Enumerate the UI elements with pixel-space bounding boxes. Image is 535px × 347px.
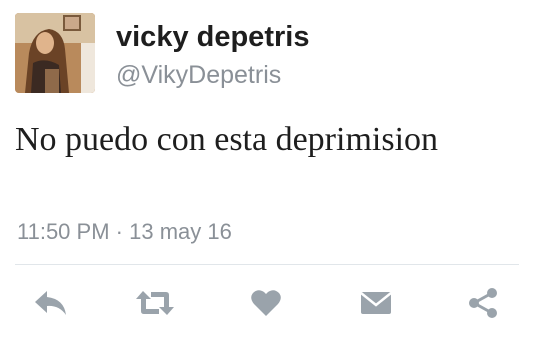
- retweet-button[interactable]: [135, 283, 175, 323]
- reply-icon: [35, 291, 66, 315]
- divider: [15, 264, 519, 265]
- user-handle[interactable]: @VikyDepetris: [116, 60, 281, 90]
- share-button[interactable]: [463, 283, 503, 323]
- avatar[interactable]: [15, 13, 95, 93]
- direct-message-button[interactable]: [356, 283, 396, 323]
- heart-icon: [251, 290, 281, 316]
- reply-button[interactable]: [31, 283, 71, 323]
- display-name[interactable]: vicky depetris: [116, 20, 309, 54]
- tweet-time: 11:50 PM: [17, 219, 110, 244]
- tweet-text: No puedo con esta deprimision: [15, 121, 439, 158]
- profile-photo: [15, 13, 95, 93]
- like-button[interactable]: [246, 283, 286, 323]
- direct-message-icon: [360, 292, 392, 314]
- tweet-date: 13 may 16: [129, 219, 232, 244]
- retweet-icon: [136, 291, 174, 315]
- tweet-actions-bar: [0, 283, 535, 323]
- tweet-timestamp: 11:50 PM · 13 may 16: [17, 219, 232, 245]
- share-icon: [469, 288, 497, 318]
- timestamp-separator: ·: [115, 219, 123, 244]
